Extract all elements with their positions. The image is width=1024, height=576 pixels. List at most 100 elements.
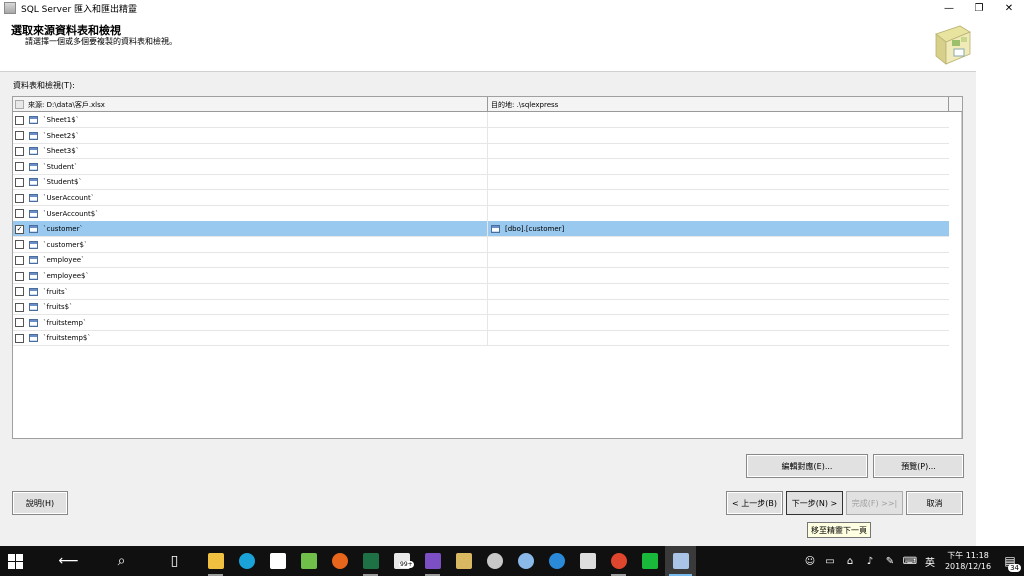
source-cell[interactable]: `fruits$`	[13, 299, 488, 316]
source-cell[interactable]: `customer$`	[13, 236, 488, 253]
destination-cell[interactable]	[488, 112, 949, 128]
row-checkbox[interactable]	[15, 302, 24, 312]
table-row[interactable]: `fruits`	[13, 283, 949, 300]
taskbar-app-9[interactable]	[448, 546, 479, 576]
destination-cell[interactable]	[488, 206, 949, 222]
taskbar-firefox[interactable]	[324, 546, 355, 576]
row-checkbox[interactable]	[15, 287, 24, 297]
destination-cell[interactable]	[488, 299, 949, 315]
clock[interactable]: 下午 11:18 2018/12/16	[940, 550, 996, 572]
source-cell[interactable]: `employee`	[13, 252, 488, 269]
table-row[interactable]: `fruitstemp$`	[13, 330, 949, 347]
taskbar-ie[interactable]	[541, 546, 572, 576]
row-checkbox[interactable]	[15, 209, 24, 219]
source-cell[interactable]: `UserAccount$`	[13, 205, 488, 222]
taskbar-visual-studio[interactable]	[417, 546, 448, 576]
input-language[interactable]: 英	[920, 546, 940, 576]
destination-cell[interactable]: [dbo].[customer]	[488, 221, 949, 237]
source-cell[interactable]: `UserAccount`	[13, 190, 488, 206]
table-row[interactable]: `employee`	[13, 252, 949, 269]
destination-cell[interactable]	[488, 143, 949, 159]
row-checkbox[interactable]	[15, 255, 24, 265]
source-cell[interactable]: `Sheet3$`	[13, 143, 488, 160]
row-checkbox[interactable]	[15, 146, 24, 156]
minimize-button[interactable]: —	[934, 0, 964, 16]
source-cell[interactable]: `Student$`	[13, 174, 488, 191]
row-checkbox[interactable]: ✓	[15, 224, 24, 234]
volume-icon[interactable]: ♪	[860, 546, 880, 576]
taskbar-app-7[interactable]: 99+	[386, 546, 417, 576]
destination-cell[interactable]	[488, 159, 949, 175]
taskbar-app-10[interactable]	[479, 546, 510, 576]
table-row[interactable]: `employee$`	[13, 268, 949, 284]
table-row[interactable]: `Sheet1$`	[13, 112, 949, 128]
source-cell[interactable]: `employee$`	[13, 268, 488, 284]
destination-cell[interactable]	[488, 190, 949, 206]
source-cell[interactable]: `Student`	[13, 158, 488, 175]
row-checkbox[interactable]	[15, 318, 24, 328]
taskbar-sql-wizard[interactable]	[665, 546, 696, 576]
pen-icon[interactable]: ✎	[880, 546, 900, 576]
battery-icon[interactable]: ▭	[820, 546, 840, 576]
start-button[interactable]	[0, 546, 31, 576]
row-checkbox[interactable]	[15, 115, 24, 125]
row-checkbox[interactable]	[15, 333, 24, 343]
destination-column-header[interactable]: 目的地: .\sqlexpress	[488, 97, 949, 112]
source-cell[interactable]: `Sheet2$`	[13, 127, 488, 144]
table-row[interactable]: `Sheet3$`	[13, 143, 949, 160]
help-button[interactable]: 說明(H)	[12, 491, 68, 515]
task-view-button[interactable]: ▯	[159, 546, 190, 576]
cancel-button[interactable]: 取消	[906, 491, 963, 515]
taskbar-line[interactable]	[634, 546, 665, 576]
destination-cell[interactable]	[488, 268, 949, 284]
keyboard-icon[interactable]: ⌨	[900, 546, 920, 576]
table-row[interactable]: `UserAccount`	[13, 190, 949, 206]
select-all-checkbox[interactable]	[15, 100, 24, 109]
table-row[interactable]: `Student`	[13, 158, 949, 175]
taskbar-app-2[interactable]	[231, 546, 262, 576]
destination-cell[interactable]	[488, 237, 949, 253]
table-row[interactable]: `Sheet2$`	[13, 127, 949, 144]
table-row[interactable]: `fruits$`	[13, 299, 949, 316]
row-checkbox[interactable]	[15, 131, 24, 141]
taskbar-chrome-1[interactable]	[262, 546, 293, 576]
source-cell[interactable]: `Sheet1$`	[13, 112, 488, 128]
source-cell[interactable]: `fruitstemp$`	[13, 330, 488, 347]
table-row[interactable]: `fruitstemp`	[13, 314, 949, 331]
back-arrow-button[interactable]: ⟵	[53, 546, 84, 576]
destination-cell[interactable]	[488, 330, 949, 346]
table-row[interactable]: `UserAccount$`	[13, 205, 949, 222]
source-cell[interactable]: `fruitstemp`	[13, 314, 488, 331]
preview-button[interactable]: 預覽(P)...	[873, 454, 964, 478]
back-button[interactable]: < 上一步(B)	[726, 491, 783, 515]
source-cell[interactable]: ✓ `customer`	[13, 221, 488, 238]
destination-cell[interactable]	[488, 252, 949, 268]
table-row[interactable]: `customer$`	[13, 236, 949, 253]
row-checkbox[interactable]	[15, 271, 24, 281]
network-icon[interactable]: ⌂	[840, 546, 860, 576]
row-checkbox[interactable]	[15, 162, 24, 172]
table-row[interactable]: ✓ `customer` [dbo].[customer]	[13, 221, 949, 238]
taskbar-file-explorer[interactable]	[200, 546, 231, 576]
action-center-button[interactable]: ▤ 34	[996, 546, 1024, 576]
destination-cell[interactable]	[488, 174, 949, 190]
destination-cell[interactable]	[488, 128, 949, 144]
people-icon[interactable]: ☺	[800, 546, 820, 576]
table-row[interactable]: `Student$`	[13, 174, 949, 191]
taskbar-app-13[interactable]	[572, 546, 603, 576]
row-checkbox[interactable]	[15, 240, 24, 250]
taskbar-chrome-2[interactable]	[603, 546, 634, 576]
taskbar-app-11[interactable]	[510, 546, 541, 576]
taskbar-app-4[interactable]	[293, 546, 324, 576]
row-checkbox[interactable]	[15, 177, 24, 187]
restore-button[interactable]: ❐	[964, 0, 994, 16]
destination-cell[interactable]	[488, 284, 949, 300]
edit-mappings-button[interactable]: 編輯對應(E)...	[746, 454, 868, 478]
source-cell[interactable]: `fruits`	[13, 283, 488, 300]
close-button[interactable]: ✕	[994, 0, 1024, 16]
search-button[interactable]: ⌕	[106, 546, 137, 576]
source-column-header[interactable]: 來源: D:\data\客戶.xlsx	[13, 97, 488, 112]
row-checkbox[interactable]	[15, 193, 24, 203]
taskbar-excel[interactable]	[355, 546, 386, 576]
next-button[interactable]: 下一步(N) >	[786, 491, 843, 515]
